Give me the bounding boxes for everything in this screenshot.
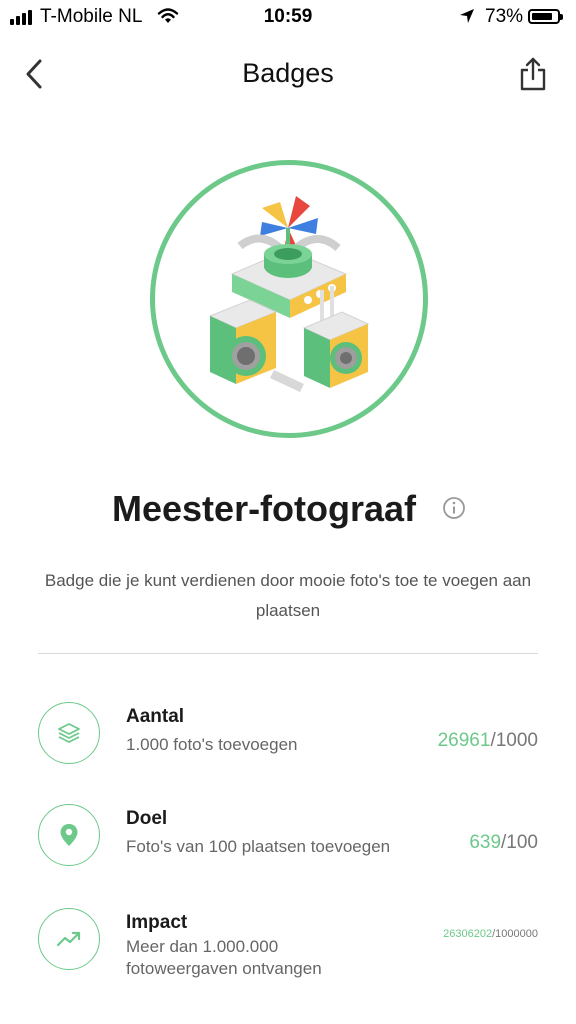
requirement-subtitle: Meer dan 1.000.000 fotoweergaven ontvang… [126,937,322,978]
requirement-row-impact: Impact Meer dan 1.000.000 fotoweergaven … [0,906,576,996]
page-title: Badges [242,58,334,88]
info-icon[interactable] [442,496,466,520]
requirement-subtitle: 1.000 foto's toevoegen [126,735,298,754]
badge-description: Badge die je kunt verdienen door mooie f… [44,571,532,620]
badge-title: Meester-fotograaf [112,488,417,529]
requirement-row-aantal: Aantal 1.000 foto's toevoegen 26961/1000 [0,700,576,780]
requirement-title: Doel [126,808,168,829]
requirement-title: Aantal [126,706,185,727]
requirement-progress: 26961/1000 [437,730,538,751]
requirement-row-doel: Doel Foto's van 100 plaatsen toevoegen 6… [0,802,576,882]
divider [38,653,538,654]
location-pin-icon [38,804,100,866]
battery-percentage: 73% [485,6,524,27]
layers-icon [38,702,100,764]
requirement-subtitle: Foto's van 100 plaatsen toevoegen [126,837,391,856]
status-bar: T-Mobile NL 10:59 73% [0,0,576,34]
requirement-title: Impact [126,912,188,933]
camera-city-badge-icon [208,196,370,392]
requirement-progress: 639/100 [469,832,538,853]
requirement-progress: 26306202/1000000 [443,928,538,940]
battery-icon [528,9,563,24]
location-arrow-icon [460,9,474,23]
trending-up-icon [38,908,100,970]
share-icon[interactable] [518,55,548,95]
